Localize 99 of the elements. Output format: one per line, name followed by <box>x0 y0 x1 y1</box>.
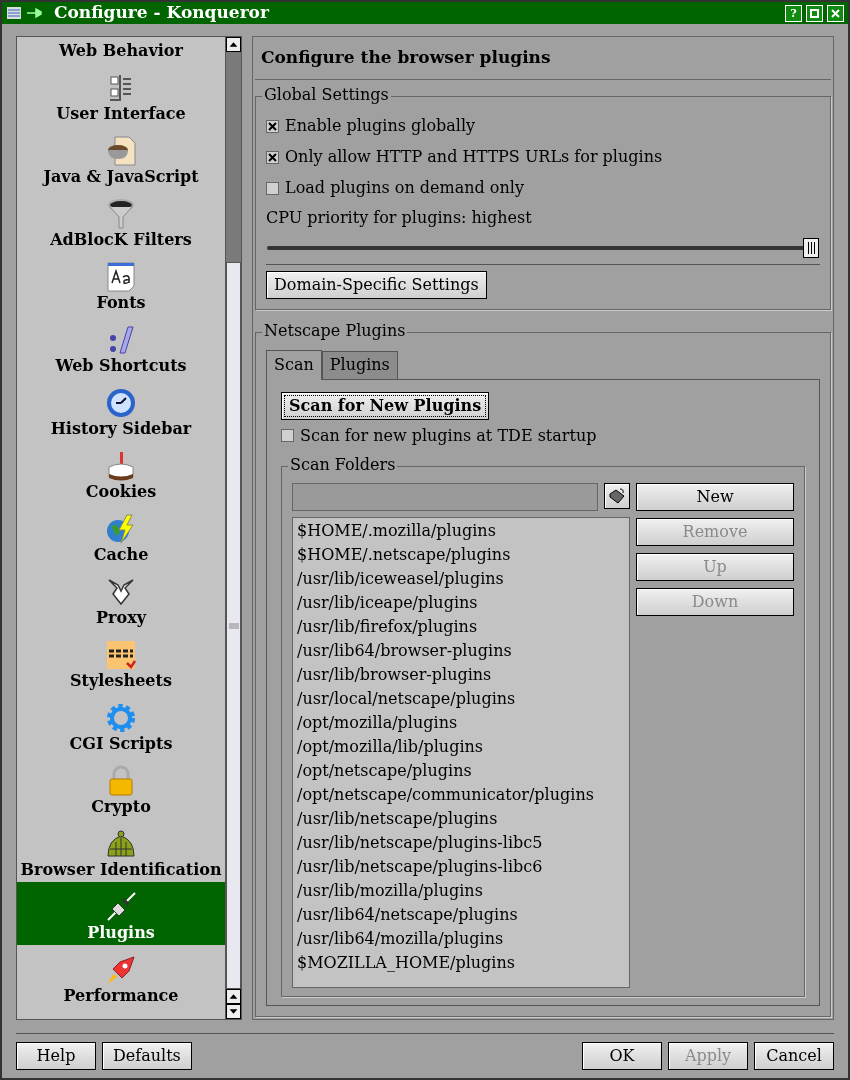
folder-list-item[interactable]: /usr/lib/iceweasel/plugins <box>293 566 629 591</box>
maximize-icon <box>810 8 819 18</box>
help-button[interactable]: ? <box>785 4 802 22</box>
sidebar-item[interactable]: Web Behavior <box>17 37 225 63</box>
window-icon <box>6 5 22 21</box>
dialog-button[interactable]: OK <box>582 1042 662 1070</box>
sidebar-item[interactable]: Crypto <box>17 756 225 819</box>
close-button[interactable] <box>827 4 844 22</box>
cake-icon <box>105 450 137 482</box>
sidebar-label: Cache <box>93 545 149 565</box>
folder-list-item[interactable]: /usr/lib/mozilla/plugins <box>293 878 629 903</box>
sidebar-item[interactable]: Web Shortcuts <box>17 315 225 378</box>
sidebar-label: Fonts <box>96 293 146 313</box>
scroll-up-icon[interactable] <box>226 989 241 1004</box>
folder-list-item[interactable]: /usr/lib/browser-plugins <box>293 662 629 687</box>
folder-list-item[interactable]: /usr/lib64/browser-plugins <box>293 638 629 663</box>
folder-list-item[interactable]: /opt/mozilla/plugins <box>293 710 629 735</box>
sidebar-item[interactable]: Performance <box>17 945 225 1008</box>
sidebar-label: AdBlocK Filters <box>50 230 192 250</box>
folder-list-item[interactable]: /opt/mozilla/lib/plugins <box>293 734 629 759</box>
sidebar-label: Web Shortcuts <box>55 356 187 376</box>
folder-list-item[interactable]: /usr/lib/netscape/plugins-libc6 <box>293 854 629 879</box>
checkbox[interactable] <box>266 181 279 195</box>
tab[interactable]: Plugins <box>321 350 398 379</box>
folder-list-item[interactable]: /usr/lib/iceape/plugins <box>293 590 629 615</box>
group-title: Netscape Plugins <box>262 320 408 341</box>
folder-list-item[interactable]: /usr/lib/netscape/plugins <box>293 806 629 831</box>
folder-action-button[interactable]: New <box>636 482 794 511</box>
sidebar-item[interactable]: Proxy <box>17 567 225 630</box>
funnel-icon <box>105 198 137 230</box>
sidebar-item[interactable]: Java & JavaScript <box>17 126 225 189</box>
slider-handle[interactable] <box>803 237 819 258</box>
sidebar-item[interactable]: Cache <box>17 504 225 567</box>
sidebar-label: Browser Identification <box>20 860 222 880</box>
checkbox-label: Enable plugins globally <box>285 115 476 137</box>
folder-list-item[interactable]: /usr/lib/firefox/plugins <box>293 614 629 639</box>
folder-list-item[interactable]: /opt/netscape/plugins <box>293 758 629 783</box>
folder-input[interactable] <box>292 482 598 511</box>
scroll-down-icon[interactable] <box>226 1004 241 1019</box>
scan-button[interactable]: Scan for New Plugins <box>281 391 490 420</box>
gear-icon <box>105 702 137 734</box>
sidebar-item[interactable]: Browser Identification <box>17 819 225 882</box>
dialog-button[interactable]: Cancel <box>754 1042 834 1070</box>
rocket-icon <box>105 954 137 986</box>
sidebar-item[interactable]: Plugins <box>17 882 225 945</box>
folder-list-item[interactable]: /opt/netscape/communicator/plugins <box>293 782 629 807</box>
page-title: Configure the browser plugins <box>255 37 831 80</box>
coffee-cup-icon <box>105 135 137 167</box>
domain-settings-button[interactable]: Domain-Specific Settings <box>266 270 487 299</box>
checkbox-label: Only allow HTTP and HTTPS URLs for plugins <box>285 146 663 168</box>
sidebar-label: Cookies <box>85 482 157 502</box>
folder-icon <box>608 486 626 505</box>
folder-list-item[interactable]: $HOME/.netscape/plugins <box>293 542 629 567</box>
sidebar-item[interactable]: Fonts <box>17 252 225 315</box>
group-title: Global Settings <box>262 84 391 105</box>
scroll-up-icon[interactable] <box>226 37 241 52</box>
font-icon <box>105 261 137 293</box>
window-title: Configure - Konqueror <box>54 2 270 25</box>
sidebar-item[interactable]: AdBlocK Filters <box>17 189 225 252</box>
dialog-button[interactable]: Defaults <box>102 1042 192 1070</box>
sidebar-item[interactable]: User Interface <box>17 63 225 126</box>
checkbox[interactable] <box>266 150 279 164</box>
cpu-priority-label: CPU priority for plugins: highest <box>266 206 533 229</box>
folder-list-item[interactable]: /usr/lib64/mozilla/plugins <box>293 926 629 951</box>
folder-list-item[interactable]: $HOME/.mozilla/plugins <box>293 518 629 543</box>
folder-list-item[interactable]: $MOZILLA_HOME/plugins <box>293 950 629 975</box>
sidebar-label: Performance <box>63 986 179 1006</box>
sidebar-label: Java & JavaScript <box>43 167 199 187</box>
sidebar-label: History Sidebar <box>50 419 192 439</box>
maximize-button[interactable] <box>806 4 823 22</box>
sidebar-label: CGI Scripts <box>69 734 173 754</box>
sidebar-item[interactable]: CGI Scripts <box>17 693 225 756</box>
checkbox[interactable] <box>281 429 294 442</box>
scrollbar[interactable] <box>225 37 241 1019</box>
folder-list-item[interactable]: /usr/lib/netscape/plugins-libc5 <box>293 830 629 855</box>
dialog-button[interactable]: Help <box>16 1042 96 1070</box>
scrollbar-thumb[interactable] <box>226 262 241 989</box>
tab[interactable]: Scan <box>266 349 322 380</box>
clock-icon <box>105 387 137 419</box>
sidebar-label: Crypto <box>91 797 151 817</box>
folder-browse-button[interactable] <box>604 482 630 509</box>
sidebar-item[interactable]: Cookies <box>17 441 225 504</box>
sidebar-label: User Interface <box>56 104 186 124</box>
checkbox-label: Load plugins on demand only <box>285 177 524 199</box>
sidebar-label: Proxy <box>96 608 146 628</box>
sidebar-label: Stylesheets <box>70 671 172 691</box>
folder-list-item[interactable]: /usr/lib64/netscape/plugins <box>293 902 629 927</box>
stylesheet-icon <box>105 639 137 671</box>
globe-lightning-icon <box>105 513 137 545</box>
plug-icon <box>105 891 137 923</box>
folder-list-item[interactable]: /usr/local/netscape/plugins <box>293 686 629 711</box>
sidebar-item[interactable]: Stylesheets <box>17 630 225 693</box>
sidebar-label: Web Behavior <box>59 41 183 61</box>
checkbox[interactable] <box>266 119 279 133</box>
sidebar-item[interactable]: History Sidebar <box>17 378 225 441</box>
sidebar-label: Plugins <box>87 923 155 943</box>
checkbox-label: Scan for new plugins at TDE startup <box>300 424 597 447</box>
close-icon <box>831 8 840 18</box>
folder-list[interactable] <box>292 516 630 988</box>
